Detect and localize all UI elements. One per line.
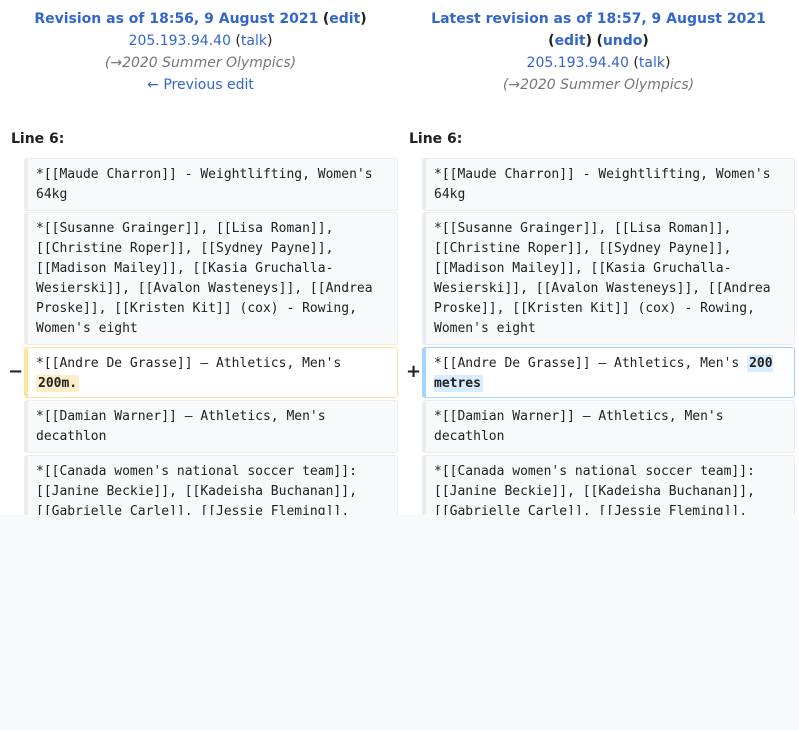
diff-context-right: *[[Susanne Grainger]], [[Lisa Roman]], [… bbox=[422, 212, 795, 345]
old-user-link[interactable]: 205.193.94.40 bbox=[129, 33, 231, 49]
added-line-text: *[[Andre De Grasse]] – Athletics, Men's bbox=[434, 356, 748, 371]
right-line-number: Line 6: bbox=[409, 131, 463, 147]
new-talk-link[interactable]: talk bbox=[639, 55, 665, 71]
diff-context-left: *[[Maude Charron]] - Weightlifting, Wome… bbox=[24, 158, 398, 211]
removed-line-marker: − bbox=[8, 361, 24, 382]
diff-context-left: *[[Damian Warner]] – Athletics, Men's de… bbox=[24, 400, 398, 453]
diff-context-left: *[[Canada women's national soccer team]]… bbox=[24, 455, 398, 515]
diff-context-right: *[[Canada women's national soccer team]]… bbox=[422, 455, 795, 515]
diff-context-left: *[[Susanne Grainger]], [[Lisa Roman]], [… bbox=[24, 212, 398, 345]
diff-viewport: Revision as of 18:56, 9 August 2021 (edi… bbox=[0, 0, 799, 515]
old-section-link[interactable]: →2020 Summer Olympics bbox=[110, 55, 290, 71]
old-revision-header: Revision as of 18:56, 9 August 2021 (edi… bbox=[0, 8, 401, 96]
undo-link[interactable]: undo bbox=[603, 33, 643, 49]
diff-added-line: *[[Andre De Grasse]] – Athletics, Men's … bbox=[422, 347, 795, 398]
new-revision-link[interactable]: Latest revision as of 18:57, 9 August 20… bbox=[431, 11, 766, 27]
old-talk-link[interactable]: talk bbox=[241, 33, 267, 49]
old-edit-summary: (→2020 Summer Olympics) bbox=[104, 55, 297, 71]
new-revision-header: Latest revision as of 18:57, 9 August 20… bbox=[398, 8, 799, 96]
added-line-marker: + bbox=[406, 361, 422, 382]
new-edit-summary: (→2020 Summer Olympics) bbox=[502, 77, 695, 93]
old-edit-link[interactable]: edit bbox=[329, 11, 360, 27]
diff-context-right: *[[Maude Charron]] - Weightlifting, Wome… bbox=[422, 158, 795, 211]
deleted-word: 200m. bbox=[36, 375, 80, 392]
old-revision-link[interactable]: Revision as of 18:56, 9 August 2021 bbox=[34, 11, 318, 27]
deleted-line-text: *[[Andre De Grasse]] – Athletics, Men's bbox=[36, 356, 342, 371]
diff-deleted-line: *[[Andre De Grasse]] – Athletics, Men's … bbox=[24, 347, 398, 398]
diff-context-right: *[[Damian Warner]] – Athletics, Men's de… bbox=[422, 400, 795, 453]
new-user-link[interactable]: 205.193.94.40 bbox=[527, 55, 629, 71]
previous-edit-link[interactable]: ← Previous edit bbox=[147, 77, 254, 93]
left-line-number: Line 6: bbox=[11, 131, 65, 147]
new-edit-link[interactable]: edit bbox=[555, 33, 586, 49]
new-section-link[interactable]: →2020 Summer Olympics bbox=[508, 77, 688, 93]
